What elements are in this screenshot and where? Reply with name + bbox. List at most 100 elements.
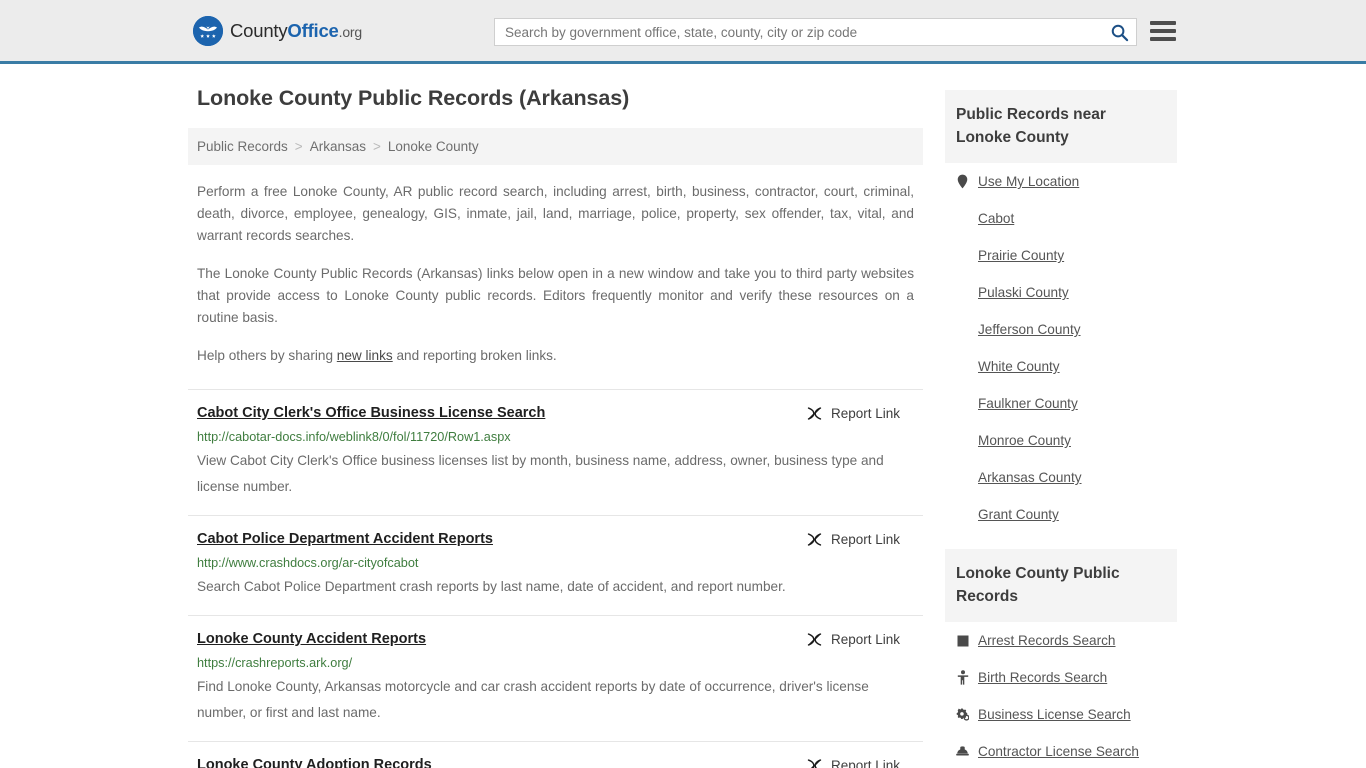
result-description: Search Cabot Police Department crash rep… [197, 579, 786, 594]
report-link-label: Report Link [830, 406, 900, 421]
page-title: Lonoke County Public Records (Arkansas) [197, 86, 630, 110]
list-item: Prairie County [945, 237, 1177, 274]
list-item: Grant County [945, 496, 1177, 533]
brand-part-county: County [230, 19, 288, 41]
page-body: Lonoke County Public Records (Arkansas) … [0, 64, 1366, 768]
sidebar-item-contractor-license-search[interactable]: Contractor License Search [978, 744, 1139, 759]
report-link-button[interactable]: Report Link [806, 757, 900, 768]
list-item: Arrest Records Search [945, 622, 1177, 659]
intro-share-suffix: and reporting broken links. [392, 348, 557, 363]
intro-paragraph-2: The Lonoke County Public Records (Arkans… [197, 266, 914, 325]
broken-chain-icon [807, 533, 822, 546]
list-item: Pulaski County [945, 274, 1177, 311]
result-title-link[interactable]: Lonoke County Adoption Records [197, 756, 432, 768]
menu-bar-2 [1150, 29, 1176, 33]
table-row: Lonoke County Adoption Records Report Li… [188, 741, 923, 768]
table-row: Cabot City Clerk's Office Business Licen… [188, 389, 923, 515]
results-list: Cabot City Clerk's Office Business Licen… [188, 389, 923, 768]
result-title-link[interactable]: Lonoke County Accident Reports [197, 630, 426, 648]
sidebar-item-birth-records-search[interactable]: Birth Records Search [978, 670, 1107, 685]
sidebar-records-title: Lonoke County Public Records [945, 549, 1177, 622]
broken-chain-icon [807, 633, 822, 646]
intro-paragraph-1: Perform a free Lonoke County, AR public … [197, 184, 914, 243]
sidebar-item-business-license-search[interactable]: Business License Search [978, 707, 1131, 722]
breadcrumb-separator-2: > [372, 139, 381, 154]
report-link-button[interactable]: Report Link [806, 531, 900, 548]
result-header: Lonoke County Accident Reports Report Li… [197, 630, 914, 648]
menu-bar-3 [1150, 37, 1176, 41]
intro-paragraph-3: Help others by sharing new links and rep… [197, 345, 914, 367]
sidebar-nearby-title: Public Records near Lonoke County [945, 90, 1177, 163]
site-header: CountyOffice.org [0, 0, 1366, 64]
map-pin-icon [956, 174, 969, 189]
list-item: White County [945, 348, 1177, 385]
search-button[interactable] [1102, 19, 1136, 45]
result-description: View Cabot City Clerk's Office business … [197, 453, 884, 494]
broken-chain-icon [807, 407, 822, 420]
breadcrumb: Public Records > Arkansas > Lonoke Count… [188, 128, 923, 165]
main-column: Lonoke County Public Records (Arkansas) … [188, 64, 923, 768]
list-item: Contractor License Search [945, 733, 1177, 768]
list-item: Cabot [945, 200, 1177, 237]
site-logo-link[interactable]: CountyOffice.org [193, 15, 362, 46]
result-url: http://cabotar-docs.info/weblink8/0/fol/… [197, 430, 511, 444]
search-icon [1111, 24, 1128, 41]
report-link-button[interactable]: Report Link [806, 405, 900, 422]
sidebar-item-cabot[interactable]: Cabot [978, 211, 1014, 226]
result-header: Cabot City Clerk's Office Business Licen… [197, 404, 914, 422]
sidebar-item-monroe-county[interactable]: Monroe County [978, 433, 1071, 448]
result-url: https://crashreports.ark.org/ [197, 656, 353, 670]
broken-chain-icon [807, 759, 822, 768]
brand-part-office: Office [287, 19, 339, 41]
list-item: Use My Location [945, 163, 1177, 200]
search-input[interactable] [495, 19, 1102, 45]
result-title-link[interactable]: Cabot Police Department Accident Reports [197, 530, 493, 548]
sidebar-item-faulkner-county[interactable]: Faulkner County [978, 396, 1078, 411]
hard-hat-icon [956, 744, 969, 759]
result-url: http://www.crashdocs.org/ar-cityofcabot [197, 556, 419, 570]
report-link-label: Report Link [830, 532, 900, 547]
search-bar [494, 18, 1137, 46]
fingerprint-card-icon [956, 633, 969, 648]
result-title-link[interactable]: Cabot City Clerk's Office Business Licen… [197, 404, 545, 422]
table-row: Cabot Police Department Accident Reports… [188, 515, 923, 615]
sidebar-item-arkansas-county[interactable]: Arkansas County [978, 470, 1082, 485]
eagle-seal-logo-icon [193, 15, 223, 46]
table-row: Lonoke County Accident Reports Report Li… [188, 615, 923, 741]
sidebar-item-white-county[interactable]: White County [978, 359, 1060, 374]
content-container: Lonoke County Public Records (Arkansas) … [188, 64, 1178, 768]
result-description: Find Lonoke County, Arkansas motorcycle … [197, 679, 869, 720]
intro-share-prefix: Help others by sharing [197, 348, 337, 363]
hamburger-menu-icon[interactable] [1150, 19, 1176, 43]
list-item: Jefferson County [945, 311, 1177, 348]
intro-section: Perform a free Lonoke County, AR public … [188, 181, 923, 367]
sidebar-item-arrest-records-search[interactable]: Arrest Records Search [978, 633, 1116, 648]
sidebar-records-list: Arrest Records Search Birth Records Sear… [945, 622, 1177, 768]
list-item: Business License Search [945, 696, 1177, 733]
sidebar-item-jefferson-county[interactable]: Jefferson County [978, 322, 1081, 337]
sidebar-item-prairie-county[interactable]: Prairie County [978, 248, 1064, 263]
breadcrumb-item-public-records[interactable]: Public Records [197, 139, 288, 154]
report-link-label: Report Link [830, 758, 900, 768]
gears-icon [956, 707, 969, 722]
sidebar-item-grant-county[interactable]: Grant County [978, 507, 1059, 522]
sidebar-nearby-list: Use My Location Cabot Prairie County Pul… [945, 163, 1177, 533]
baby-icon [956, 670, 969, 685]
report-link-label: Report Link [830, 632, 900, 647]
breadcrumb-item-arkansas[interactable]: Arkansas [310, 139, 366, 154]
result-header: Cabot Police Department Accident Reports… [197, 530, 914, 548]
result-header: Lonoke County Adoption Records Report Li… [197, 756, 914, 768]
report-link-button[interactable]: Report Link [806, 631, 900, 648]
sidebar-divider [945, 533, 1177, 549]
brand-wordmark: CountyOffice.org [230, 20, 362, 42]
sidebar-item-use-my-location[interactable]: Use My Location [978, 174, 1079, 189]
list-item: Arkansas County [945, 459, 1177, 496]
list-item: Faulkner County [945, 385, 1177, 422]
list-item: Monroe County [945, 422, 1177, 459]
breadcrumb-item-lonoke-county: Lonoke County [387, 139, 479, 154]
menu-bar-1 [1150, 21, 1176, 25]
list-item: Birth Records Search [945, 659, 1177, 696]
sidebar: Public Records near Lonoke County Use My… [945, 64, 1177, 768]
new-links-link[interactable]: new links [337, 348, 393, 363]
sidebar-item-pulaski-county[interactable]: Pulaski County [978, 285, 1069, 300]
